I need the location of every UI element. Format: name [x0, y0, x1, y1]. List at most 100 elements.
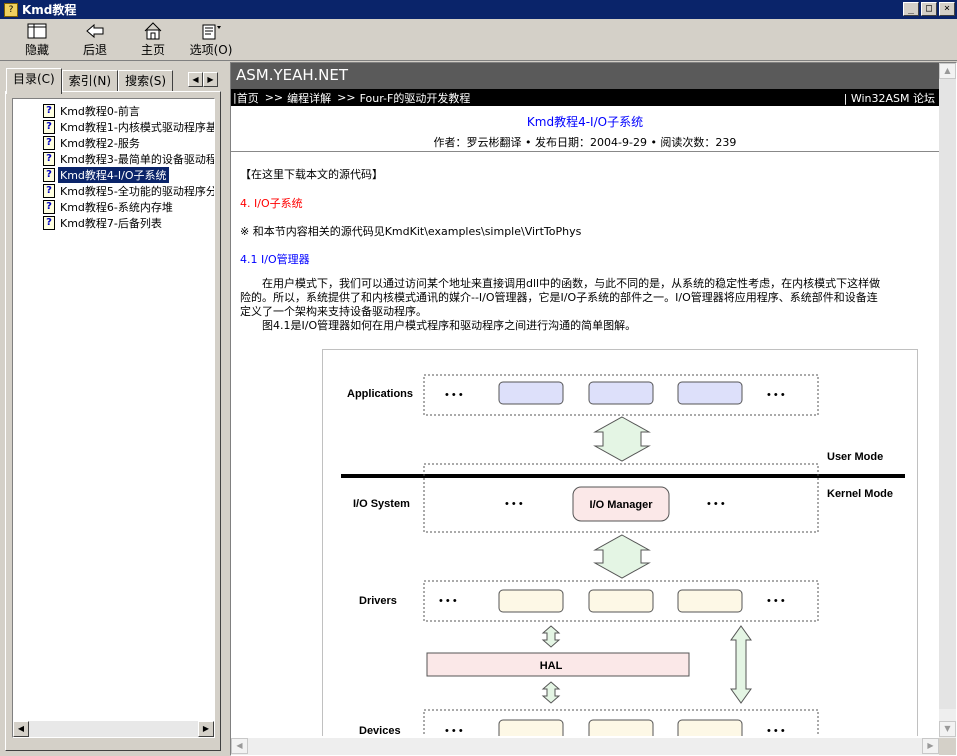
scroll-right-icon[interactable]: ▶ — [922, 738, 939, 754]
tree-item[interactable]: ? Kmd教程6-系统内存堆 — [43, 199, 214, 215]
section-heading: 4. I/O子系统 — [240, 197, 303, 210]
driver-box — [677, 589, 743, 613]
paragraph-line: 图4.1是I/O管理器如何在用户模式程序和驱动程序之间进行沟通的简单图解。 — [240, 319, 637, 332]
tree-item-label: Kmd教程2-服务 — [60, 137, 140, 150]
tab-scroll-right-icon[interactable]: ▶ — [203, 72, 218, 87]
driver-box — [498, 589, 564, 613]
forum-link[interactable]: | Win32ASM 论坛 — [844, 90, 935, 106]
double-arrow-icon — [593, 534, 651, 579]
device-box — [677, 719, 743, 736]
maximize-button[interactable]: □ — [921, 2, 937, 16]
help-app-icon[interactable]: ? — [4, 2, 18, 17]
dots: • • • — [767, 725, 785, 736]
hide-pane-icon — [26, 22, 48, 40]
tree-item[interactable]: ? Kmd教程2-服务 — [43, 135, 214, 151]
horizontal-scrollbar[interactable]: ◀ ▶ — [231, 738, 939, 755]
nav-arrow: >> — [337, 91, 356, 104]
tree-item[interactable]: ? Kmd教程1-内核模式驱动程序基 — [43, 119, 214, 135]
window-title: Kmd教程 — [22, 3, 77, 17]
minimize-button[interactable]: _ — [903, 2, 919, 16]
back-arrow-icon — [84, 22, 106, 40]
application-box — [677, 381, 743, 405]
options-label: 选项(O) — [189, 43, 233, 57]
tab-index[interactable]: 索引(N) — [61, 70, 119, 92]
options-button[interactable]: 选项(O) — [182, 19, 240, 59]
double-arrow-icon — [541, 681, 561, 704]
dots: • • • — [767, 595, 785, 607]
help-topic-icon: ? — [43, 104, 55, 118]
scroll-up-icon[interactable]: ▲ — [939, 63, 956, 79]
tab-contents[interactable]: 目录(C) — [6, 68, 62, 94]
contents-tree[interactable]: ? Kmd教程0-前言? Kmd教程1-内核模式驱动程序基? Kmd教程2-服务? Km… — [12, 98, 215, 738]
dots: • • • — [445, 389, 463, 401]
device-box — [588, 719, 654, 736]
intro-paragraph: 在用户模式下，我们可以通过访问某个地址来直接调用dll中的函数，与此不同的是，从… — [240, 277, 939, 333]
article-byline: 作者：罗云彬翻译 • 发布日期：2004-9-29 • 阅读次数：239 — [433, 136, 737, 149]
nav-topic-link[interactable]: Four-F的驱动开发教程 — [360, 90, 471, 106]
subsection-heading: 4.1 I/O管理器 — [240, 253, 310, 266]
double-arrow-icon — [730, 625, 752, 704]
scroll-left-icon[interactable]: ◀ — [13, 721, 29, 737]
tree-item[interactable]: ? Kmd教程5-全功能的驱动程序分 — [43, 183, 215, 199]
drivers-label: Drivers — [359, 595, 397, 607]
navigation-pane: 目录(C) 索引(N) 搜索(S) ◀ ▶ ? Kmd教程0-前言? Kmd教程1-… — [2, 64, 224, 754]
vertical-scrollbar[interactable]: ▲ ▼ — [939, 63, 956, 739]
download-link[interactable]: 【在这里下载本文的源代码】 — [240, 166, 383, 182]
application-box — [498, 381, 564, 405]
io-architecture-diagram: Applications • • • • • • User Mode Kerne… — [322, 349, 918, 736]
nav-arrow: >> — [264, 91, 284, 104]
article-content: Kmd教程4-I/O子系统 作者：罗云彬翻译 • 发布日期：2004-9-29 … — [231, 106, 939, 736]
back-label: 后退 — [82, 43, 107, 57]
hal-label: HAL — [540, 660, 563, 672]
hide-button[interactable]: 隐藏 — [8, 19, 66, 59]
scrollbar-corner — [939, 738, 956, 755]
tree-item[interactable]: ? Kmd教程3-最简单的设备驱动程 — [43, 151, 215, 167]
application-box — [588, 381, 654, 405]
topic-pane: ASM.YEAH.NET | 首页 >> 编程详解 >> Four-F的驱动开发… — [230, 62, 957, 756]
devices-label: Devices — [359, 725, 401, 736]
scroll-right-icon[interactable]: ▶ — [198, 721, 214, 737]
home-button[interactable]: 主页 — [124, 19, 182, 59]
tree-item[interactable]: ? Kmd教程4-I/O子系统 — [43, 167, 214, 183]
hide-label: 隐藏 — [24, 43, 49, 57]
tree-item-label: Kmd教程7-后备列表 — [60, 217, 162, 230]
double-arrow-icon — [541, 625, 561, 648]
site-banner: ASM.YEAH.NET — [231, 63, 939, 89]
help-topic-icon: ? — [43, 136, 55, 150]
double-arrow-icon — [593, 416, 651, 462]
toolbar: 隐藏 后退 主页 选项(O) — [0, 19, 957, 61]
tree-item[interactable]: ? Kmd教程0-前言 — [43, 103, 214, 119]
paragraph-line: 定义了一个架构来支持设备驱动程序。 — [240, 305, 427, 318]
user-mode-label: User Mode — [827, 451, 883, 463]
scrollbar-thumb[interactable] — [939, 79, 956, 709]
tree-item-label: Kmd教程3-最简单的设备驱动程 — [60, 153, 215, 166]
device-box — [498, 719, 564, 736]
tab-search[interactable]: 搜索(S) — [118, 70, 174, 92]
tree-horizontal-scrollbar[interactable]: ◀ ▶ — [13, 721, 214, 737]
io-manager-label: I/O Manager — [590, 499, 654, 511]
help-topic-icon: ? — [43, 120, 55, 134]
help-topic-icon: ? — [43, 184, 55, 198]
home-icon — [142, 22, 164, 40]
divider — [231, 151, 939, 152]
applications-label: Applications — [347, 388, 413, 400]
dots: • • • — [767, 389, 785, 401]
dots: • • • — [707, 498, 725, 510]
nav-section-link[interactable]: 编程详解 — [287, 90, 331, 106]
close-button[interactable]: × — [939, 2, 955, 16]
back-button[interactable]: 后退 — [66, 19, 124, 59]
tree-item-label: Kmd教程5-全功能的驱动程序分 — [60, 185, 215, 198]
dots: • • • — [445, 725, 463, 736]
scroll-down-icon[interactable]: ▼ — [939, 721, 956, 737]
dots: • • • — [505, 498, 523, 510]
scroll-left-icon[interactable]: ◀ — [231, 738, 248, 754]
nav-home-link[interactable]: 首页 — [237, 90, 259, 106]
source-note: ※ 和本节内容相关的源代码见KmdKit\examples\simple\Vir… — [240, 225, 582, 238]
breadcrumb: | 首页 >> 编程详解 >> Four-F的驱动开发教程 | Win32ASM… — [231, 89, 939, 106]
help-topic-icon: ? — [43, 200, 55, 214]
tree-item[interactable]: ? Kmd教程7-后备列表 — [43, 215, 214, 231]
title-bar: ? Kmd教程 _ □ × — [0, 0, 957, 19]
site-logo: ASM.YEAH.NET — [236, 66, 349, 84]
tab-scroll-left-icon[interactable]: ◀ — [188, 72, 203, 87]
contents-panel: ? Kmd教程0-前言? Kmd教程1-内核模式驱动程序基? Kmd教程2-服务? Km… — [5, 91, 221, 751]
